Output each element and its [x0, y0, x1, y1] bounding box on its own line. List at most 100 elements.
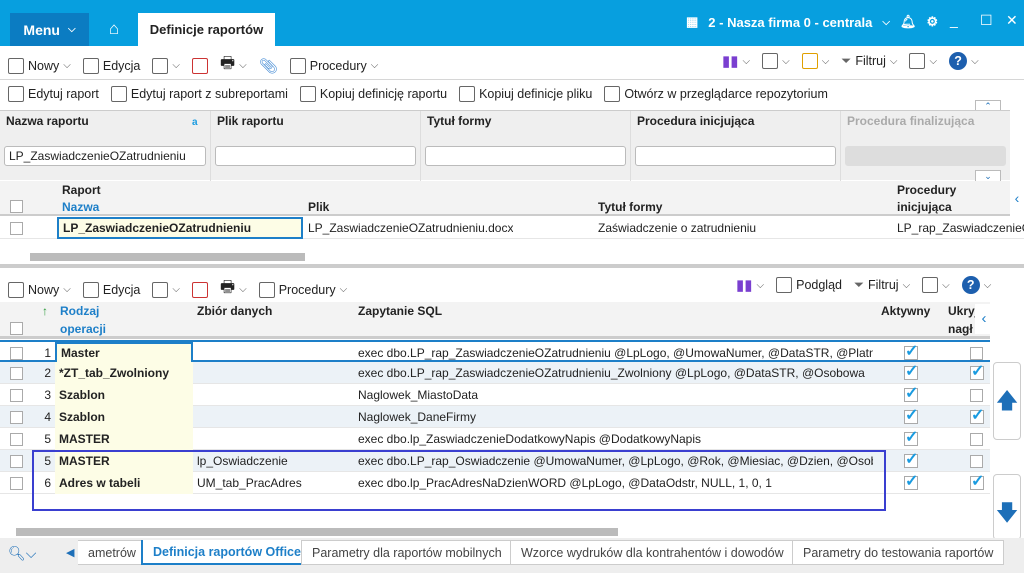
column-header-naglowek[interactable]: nagł	[948, 322, 973, 336]
splitter[interactable]	[0, 264, 1024, 268]
checkbox-checked[interactable]: ✓	[970, 474, 984, 490]
table-row[interactable]: 4 Szablon Naglowek_DaneFirmy ✓ ✓	[0, 406, 990, 428]
edit-button[interactable]: Edycja	[82, 57, 140, 74]
tytul-formy-input[interactable]	[425, 146, 626, 166]
column-header-zapytanie-sql[interactable]: Zapytanie SQL	[358, 304, 442, 318]
horizontal-scrollbar[interactable]	[16, 528, 108, 536]
checkbox-checked[interactable]: ✓	[904, 430, 918, 446]
row-checkbox[interactable]	[10, 454, 23, 468]
text-filter-icon[interactable]: a	[192, 117, 198, 128]
nazwa-raportu-input[interactable]: LP_ZaswiadczenieOZatrudnieniu	[4, 146, 206, 166]
checkbox-unchecked[interactable]	[970, 432, 983, 446]
home-icon[interactable]: ⌂	[104, 19, 124, 39]
tab-wzorce-wydrukow[interactable]: Wzorce wydruków dla kontrahentów i dowod…	[510, 540, 795, 565]
sort-ascending-icon[interactable]: ↑	[42, 304, 48, 318]
search-operation-button[interactable]: ⌵	[152, 281, 180, 298]
chevron-left-icon[interactable]: ‹	[1010, 181, 1024, 216]
new-operation-button[interactable]: Nowy ⌵	[8, 281, 71, 298]
procedures-button[interactable]: Procedury ⌵	[289, 57, 378, 74]
warning-settings-button[interactable]: ⌵	[801, 53, 829, 69]
apps-grid-icon[interactable]: ▦	[686, 14, 698, 30]
close-icon[interactable]: ✕	[1006, 12, 1018, 29]
table-row[interactable]: 1 Master exec dbo.LP_rap_ZaswiadczenieOZat…	[0, 340, 990, 364]
layout-button[interactable]: ⌵	[922, 277, 950, 293]
checkbox-unchecked[interactable]	[970, 454, 983, 468]
tab-parametrow[interactable]: ametrów	[78, 540, 147, 565]
checkbox-checked[interactable]: ✓	[970, 408, 984, 424]
column-header-operacji[interactable]: operacji	[60, 322, 106, 336]
tab-parametry-testowania[interactable]: Parametry do testowania raportów	[792, 540, 1005, 565]
checkbox-checked[interactable]: ✓	[904, 386, 918, 402]
select-all-checkbox[interactable]	[10, 322, 23, 335]
horizontal-scrollbar[interactable]	[30, 253, 305, 261]
row-checkbox[interactable]	[10, 432, 23, 446]
checkbox-checked[interactable]: ✓	[904, 408, 918, 424]
row-checkbox[interactable]	[10, 388, 23, 402]
company-selector[interactable]: ▦ 2 - Nasza firma 0 - centrala ⌵ 🔔︎ ⚙	[686, 14, 938, 30]
bell-icon[interactable]: 🔔︎	[900, 14, 917, 30]
plik-raportu-input[interactable]	[215, 146, 416, 166]
column-header-tytul-formy[interactable]: Tytuł formy	[598, 200, 662, 214]
table-row[interactable]: 5 MASTER exec dbo.lp_ZaswiadczenieDodatkow…	[0, 428, 990, 450]
tabs-scroll-left-icon[interactable]: ◀	[66, 546, 74, 559]
tab-definicja-raportow-office[interactable]: Definicja raportów Office	[141, 540, 313, 565]
maximize-icon[interactable]: ☐	[980, 12, 993, 29]
print-button[interactable]: 🖶 ⌵	[220, 52, 247, 79]
cell-nazwa[interactable]: LP_ZaswiadczenieOZatrudnieniu	[57, 217, 303, 239]
procedura-inicjujaca-input[interactable]	[635, 146, 836, 166]
column-header-rodzaj[interactable]: Rodzaj	[60, 304, 99, 318]
layout-button[interactable]: ⌵	[909, 53, 937, 69]
cell-rodzaj[interactable]: Szablon	[55, 384, 193, 406]
tab-search-icon[interactable]: 🔍︎⌵	[8, 545, 36, 562]
cell-rodzaj[interactable]: MASTER	[55, 428, 193, 450]
table-row[interactable]: LP_ZaswiadczenieOZatrudnieniu LP_Zaswiad…	[0, 217, 1024, 239]
delete-operation-button[interactable]	[191, 281, 208, 298]
filter-button[interactable]: ⏷ Filtruj ⌵	[854, 278, 910, 293]
checkbox-checked[interactable]: ✓	[904, 474, 918, 490]
row-checkbox[interactable]	[10, 476, 23, 490]
column-header-inicjujaca[interactable]: inicjująca	[897, 200, 952, 214]
tab-parametry-mobilnych[interactable]: Parametry dla raportów mobilnych	[301, 540, 513, 565]
column-header-ukryj[interactable]: Ukryj	[948, 304, 978, 318]
row-checkbox[interactable]	[10, 366, 23, 380]
move-up-button[interactable]: 🡅	[993, 362, 1021, 440]
checkbox-checked[interactable]: ✓	[904, 364, 918, 380]
checkbox-checked[interactable]: ✓	[970, 364, 984, 380]
menu-button[interactable]: Menu ⌵	[10, 13, 89, 46]
move-down-button[interactable]: 🡇	[993, 474, 1021, 540]
help-button[interactable]: ? ⌵	[961, 276, 991, 294]
table-row[interactable]: 2 *ZT_tab_Zwolniony exec dbo.LP_rap_Zaswia…	[0, 362, 990, 384]
help-button[interactable]: ? ⌵	[949, 52, 979, 70]
edit-report-subreports-button[interactable]: Edytuj raport z subreportami	[110, 86, 288, 102]
procedures-operation-button[interactable]: Procedury ⌵	[258, 281, 347, 298]
column-header-zbior-danych[interactable]: Zbiór danych	[197, 304, 272, 318]
export-button[interactable]: ⌵	[762, 53, 790, 69]
minimize-icon[interactable]: _	[950, 12, 958, 28]
cell-rodzaj[interactable]: *ZT_tab_Zwolniony	[55, 362, 193, 384]
chart-button[interactable]: ▮▮ ⌵	[722, 52, 750, 70]
new-button[interactable]: Nowy ⌵	[8, 57, 71, 74]
select-all-checkbox[interactable]	[10, 200, 23, 213]
edit-operation-button[interactable]: Edycja	[82, 281, 140, 298]
search-button[interactable]: ⌵	[152, 57, 180, 74]
gear-icon[interactable]: ⚙	[926, 14, 938, 30]
chevron-left-icon[interactable]: ‹	[975, 304, 993, 334]
checkbox-unchecked[interactable]	[970, 346, 983, 360]
attach-button[interactable]: 📎︎	[259, 57, 278, 75]
preview-button[interactable]: Podgląd	[776, 277, 842, 293]
table-row[interactable]: 3 Szablon Naglowek_MiastoData ✓	[0, 384, 990, 406]
checkbox-checked[interactable]: ✓	[904, 344, 918, 360]
tab-definicje-raportow[interactable]: Definicje raportów	[138, 13, 275, 46]
delete-button[interactable]	[191, 57, 208, 74]
copy-file-definition-button[interactable]: Kopiuj definicje pliku	[459, 86, 592, 102]
column-header-aktywny[interactable]: Aktywny	[881, 304, 930, 318]
column-header-plik[interactable]: Plik	[308, 200, 329, 214]
row-checkbox[interactable]	[10, 410, 23, 424]
chart-button[interactable]: ▮▮ ⌵	[736, 276, 764, 294]
row-checkbox[interactable]	[10, 346, 23, 360]
row-checkbox[interactable]	[10, 221, 23, 235]
print-operation-button[interactable]: 🖶 ⌵	[220, 276, 247, 303]
filter-button[interactable]: ⏷ Filtruj ⌵	[841, 54, 897, 69]
checkbox-checked[interactable]: ✓	[904, 452, 918, 468]
open-repository-button[interactable]: Otwórz w przeglądarce repozytorium	[604, 86, 828, 102]
